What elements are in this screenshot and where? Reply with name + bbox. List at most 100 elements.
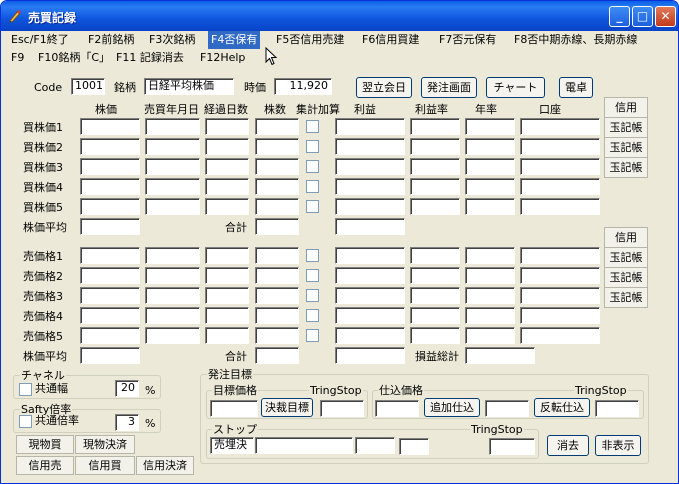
buy-avg-price-field[interactable]	[80, 218, 140, 235]
close-button[interactable]: ✕	[655, 6, 676, 27]
buy-credit-button[interactable]: 信用	[604, 97, 648, 118]
sell-aggregate-checkbox-2[interactable]	[306, 269, 319, 282]
sell-credit-button[interactable]: 信用	[604, 227, 648, 248]
sell-profit-rate-field-2[interactable]	[410, 267, 460, 284]
sell-days-field-5[interactable]	[205, 327, 249, 344]
stop-quantity-field[interactable]	[355, 437, 395, 454]
buy-date-field-4[interactable]	[145, 178, 200, 195]
sell-price-field-5[interactable]	[80, 327, 140, 344]
sell-shares-field-3[interactable]	[255, 287, 299, 304]
sell-profit-field-2[interactable]	[335, 267, 405, 284]
sell-aggregate-checkbox-4[interactable]	[306, 309, 319, 322]
buy-profit-field-4[interactable]	[335, 178, 405, 195]
buy-profit-field-5[interactable]	[335, 198, 405, 215]
sell-price-field-2[interactable]	[80, 267, 140, 284]
buy-price-field-1[interactable]	[80, 118, 140, 135]
menu-item-credit-sell[interactable]: F5否信用売建	[273, 31, 347, 49]
hide-button[interactable]: 非表示	[595, 435, 641, 456]
buy-aggregate-checkbox-4[interactable]	[306, 180, 319, 193]
sell-shares-field-5[interactable]	[255, 327, 299, 344]
channel-width-field[interactable]: 20	[115, 380, 139, 397]
buy-shares-field-3[interactable]	[255, 158, 299, 175]
buy-in-tring-stop-field[interactable]	[595, 400, 639, 417]
buy-ledger-button-2[interactable]: 玉記帳	[604, 137, 648, 158]
sell-account-field-1[interactable]	[520, 247, 600, 264]
safety-common-checkbox[interactable]	[19, 415, 32, 428]
menu-item-clear-record[interactable]: F11 記録消去	[113, 49, 187, 67]
buy-account-field-4[interactable]	[520, 178, 600, 195]
buy-annual-rate-field-5[interactable]	[465, 198, 515, 215]
sell-days-field-4[interactable]	[205, 307, 249, 324]
buy-profit-rate-field-3[interactable]	[410, 158, 460, 175]
target-price-field[interactable]	[210, 400, 258, 417]
sell-annual-rate-field-4[interactable]	[465, 307, 515, 324]
sell-price-field-4[interactable]	[80, 307, 140, 324]
sell-avg-price-field[interactable]	[80, 347, 140, 364]
settle-target-button[interactable]: 決裁目標	[261, 398, 313, 417]
sell-date-field-1[interactable]	[145, 247, 200, 264]
buy-shares-field-1[interactable]	[255, 118, 299, 135]
sell-account-field-3[interactable]	[520, 287, 600, 304]
buy-aggregate-checkbox-1[interactable]	[306, 120, 319, 133]
sell-total-profit-field[interactable]	[335, 347, 405, 364]
sell-annual-rate-field-3[interactable]	[465, 287, 515, 304]
calculator-button[interactable]: 電卓	[559, 77, 593, 98]
stop-price-field[interactable]	[255, 437, 353, 454]
buy-aggregate-checkbox-5[interactable]	[306, 200, 319, 213]
sell-shares-field-2[interactable]	[255, 267, 299, 284]
buy-profit-rate-field-5[interactable]	[410, 198, 460, 215]
menu-item-original[interactable]: F7否元保有	[436, 31, 499, 49]
sell-profit-rate-field-5[interactable]	[410, 327, 460, 344]
credit-buy-button[interactable]: 信用買	[75, 456, 135, 475]
sell-profit-rate-field-3[interactable]	[410, 287, 460, 304]
sell-date-field-4[interactable]	[145, 307, 200, 324]
sell-ledger-button-1[interactable]: 玉記帳	[604, 247, 648, 268]
sell-profit-field-1[interactable]	[335, 247, 405, 264]
safety-ratio-field[interactable]: 3	[115, 414, 139, 431]
brand-field[interactable]: 日経平均株価	[144, 78, 234, 95]
buy-date-field-5[interactable]	[145, 198, 200, 215]
buy-profit-rate-field-2[interactable]	[410, 138, 460, 155]
sell-profit-field-5[interactable]	[335, 327, 405, 344]
buy-profit-field-1[interactable]	[335, 118, 405, 135]
sell-date-field-2[interactable]	[145, 267, 200, 284]
buy-account-field-5[interactable]	[520, 198, 600, 215]
buy-days-field-5[interactable]	[205, 198, 249, 215]
buy-price-field-2[interactable]	[80, 138, 140, 155]
buy-ledger-button-3[interactable]: 玉記帳	[604, 157, 648, 178]
chart-button[interactable]: チャート	[486, 77, 545, 98]
sell-account-field-4[interactable]	[520, 307, 600, 324]
next-day-button[interactable]: 翌立会日	[356, 77, 412, 98]
buy-aggregate-checkbox-2[interactable]	[306, 140, 319, 153]
credit-sell-button[interactable]: 信用売	[16, 456, 74, 475]
sell-ledger-button-3[interactable]: 玉記帳	[604, 287, 648, 308]
buy-aggregate-checkbox-3[interactable]	[306, 160, 319, 173]
sell-date-field-5[interactable]	[145, 327, 200, 344]
buy-days-field-3[interactable]	[205, 158, 249, 175]
buy-annual-rate-field-2[interactable]	[465, 138, 515, 155]
credit-settle-button[interactable]: 信用決済	[136, 456, 194, 475]
buy-profit-field-2[interactable]	[335, 138, 405, 155]
buy-in-price-field[interactable]	[375, 400, 419, 417]
sell-annual-rate-field-1[interactable]	[465, 247, 515, 264]
menu-item-f9[interactable]: F9	[8, 49, 27, 67]
channel-common-checkbox[interactable]	[19, 383, 32, 396]
add-buy-in-field[interactable]	[485, 400, 529, 417]
buy-shares-field-5[interactable]	[255, 198, 299, 215]
sell-aggregate-checkbox-3[interactable]	[306, 289, 319, 302]
sell-account-field-2[interactable]	[520, 267, 600, 284]
buy-date-field-3[interactable]	[145, 158, 200, 175]
buy-date-field-2[interactable]	[145, 138, 200, 155]
buy-profit-rate-field-4[interactable]	[410, 178, 460, 195]
price-field[interactable]: 11,920	[274, 78, 332, 95]
spot-settle-button[interactable]: 現物決済	[75, 435, 135, 454]
sell-price-field-3[interactable]	[80, 287, 140, 304]
menu-item-next[interactable]: F3次銘柄	[146, 31, 198, 49]
buy-account-field-3[interactable]	[520, 158, 600, 175]
reverse-buy-in-button[interactable]: 反転仕込	[534, 398, 590, 417]
sell-total-shares-field[interactable]	[255, 347, 299, 364]
buy-annual-rate-field-3[interactable]	[465, 158, 515, 175]
sell-days-field-3[interactable]	[205, 287, 249, 304]
code-field[interactable]: 1001	[71, 78, 105, 95]
sell-ledger-button-2[interactable]: 玉記帳	[604, 267, 648, 288]
